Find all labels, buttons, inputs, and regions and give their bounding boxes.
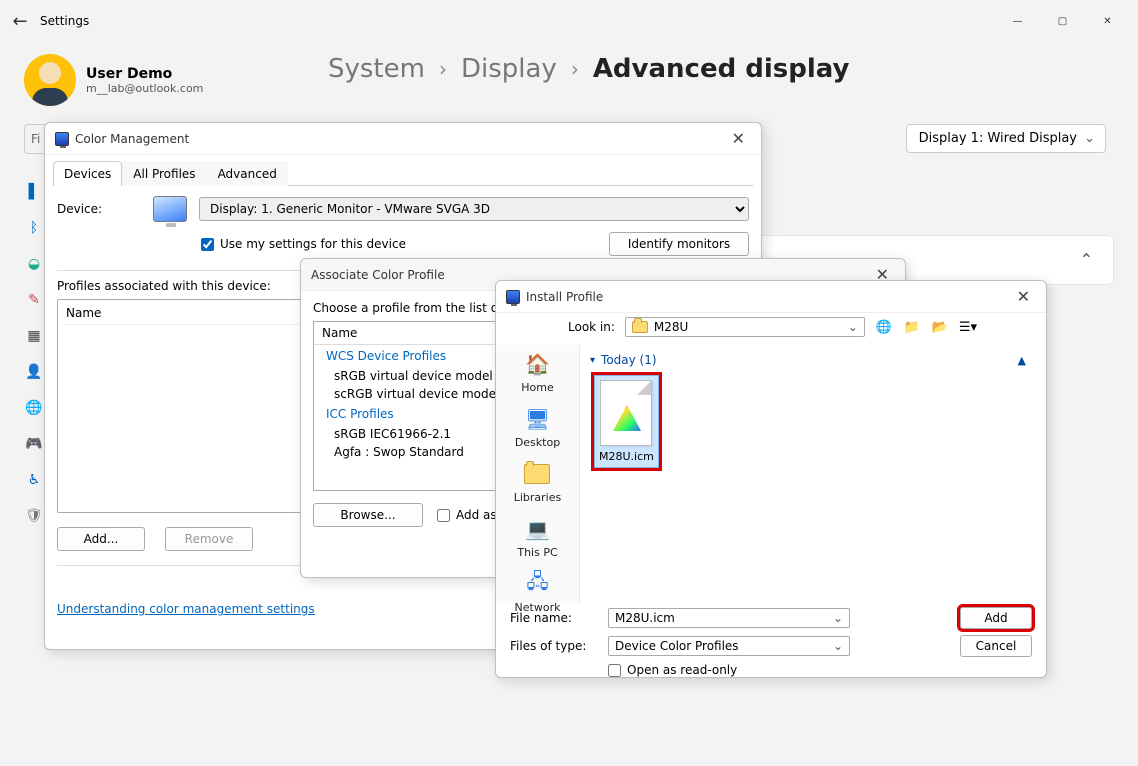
use-my-settings-input[interactable] <box>201 238 214 251</box>
privacy-icon[interactable]: 🛡 <box>24 506 44 526</box>
chevron-right-icon: › <box>439 57 447 81</box>
breadcrumb: System › Display › Advanced display <box>328 54 1114 84</box>
chevron-up-icon: ⌃ <box>1080 250 1093 269</box>
chevron-down-icon: ⌄ <box>848 320 858 334</box>
tab-all-profiles[interactable]: All Profiles <box>122 161 206 186</box>
apps-icon[interactable]: ▦ <box>24 326 44 346</box>
sidebar-network[interactable]: 🖧 Network <box>515 571 561 614</box>
sidebar-desktop[interactable]: 🖥 Desktop <box>515 406 560 449</box>
monitor-icon <box>55 132 69 146</box>
home-icon: 🏠 <box>522 351 552 377</box>
avatar <box>24 54 76 106</box>
add-button[interactable]: Add <box>960 607 1032 629</box>
network-icon[interactable]: ◒ <box>24 254 44 274</box>
system-icon[interactable]: ▌ <box>24 182 44 202</box>
monitor-icon <box>153 196 187 222</box>
device-label: Device: <box>57 202 141 216</box>
file-group-header[interactable]: ▾ Today (1) ▲ <box>590 351 1036 369</box>
user-block[interactable]: User Demo m__lab@outlook.com <box>24 54 304 106</box>
tab-advanced[interactable]: Advanced <box>207 161 288 186</box>
color-management-tabs: Devices All Profiles Advanced <box>53 161 753 186</box>
user-email: m__lab@outlook.com <box>86 82 203 95</box>
color-management-title: Color Management <box>75 132 189 146</box>
desktop-icon: 🖥 <box>523 406 553 432</box>
bluetooth-icon[interactable]: ᛒ <box>24 218 44 238</box>
identify-monitors-button[interactable]: Identify monitors <box>609 232 749 256</box>
install-titlebar[interactable]: Install Profile ✕ <box>496 281 1046 313</box>
file-item-m28u[interactable]: M28U.icm <box>594 375 659 468</box>
view-menu-icon[interactable]: ☰▾ <box>959 318 977 336</box>
close-button[interactable]: ✕ <box>1085 6 1130 36</box>
user-name: User Demo <box>86 66 203 82</box>
maximize-button[interactable]: ▢ <box>1040 6 1085 36</box>
close-icon[interactable]: ✕ <box>726 129 751 148</box>
window-controls: — ▢ ✕ <box>995 6 1130 36</box>
add-button[interactable]: Add... <box>57 527 145 551</box>
monitor-icon <box>506 290 520 304</box>
open-readonly-input[interactable] <box>608 664 621 677</box>
window-title: Settings <box>40 14 89 28</box>
color-management-titlebar[interactable]: Color Management ✕ <box>45 123 761 155</box>
file-list[interactable]: ▾ Today (1) ▲ M28U.icm <box>580 345 1046 603</box>
file-name-label: M28U.icm <box>599 450 654 463</box>
back-button[interactable]: ← <box>8 9 32 33</box>
add-as-input[interactable] <box>437 509 450 522</box>
chevron-down-icon: ⌄ <box>833 639 843 653</box>
personalization-icon[interactable]: ✎ <box>24 290 44 310</box>
crumb-advanced-display: Advanced display <box>593 54 850 84</box>
device-select[interactable]: Display: 1. Generic Monitor - VMware SVG… <box>199 197 749 221</box>
new-folder-icon[interactable]: 📂 <box>931 318 949 336</box>
libraries-icon <box>522 461 552 487</box>
crumb-display[interactable]: Display <box>461 54 557 84</box>
look-in-select[interactable]: M28U ⌄ <box>625 317 865 337</box>
window-titlebar: ← Settings — ▢ ✕ <box>0 0 1138 42</box>
open-readonly-checkbox[interactable]: Open as read-only <box>608 663 1032 677</box>
icc-profile-icon <box>600 380 652 446</box>
minimize-button[interactable]: — <box>995 6 1040 36</box>
accessibility-icon[interactable]: ♿ <box>24 470 44 490</box>
chevron-down-icon: ⌄ <box>833 611 843 625</box>
thispc-icon: 💻 <box>522 516 552 542</box>
look-in-value: M28U <box>654 320 688 334</box>
install-profile-window: Install Profile ✕ Look in: M28U ⌄ 🌐 📁 📂 … <box>495 280 1047 678</box>
file-name-label: File name: <box>510 611 598 625</box>
display-selector[interactable]: Display 1: Wired Display <box>906 124 1106 153</box>
time-language-icon[interactable]: 🌐 <box>24 398 44 418</box>
sidebar-thispc[interactable]: 💻 This PC <box>517 516 557 559</box>
install-toolbar: Look in: M28U ⌄ 🌐 📁 📂 ☰▾ <box>496 313 1046 345</box>
up-folder-icon[interactable]: 📁 <box>903 318 921 336</box>
look-in-label: Look in: <box>568 320 615 334</box>
network-icon: 🖧 <box>523 571 553 597</box>
close-icon[interactable]: ✕ <box>1011 287 1036 306</box>
gaming-icon[interactable]: 🎮 <box>24 434 44 454</box>
add-as-checkbox[interactable]: Add as <box>437 508 497 522</box>
display-selector-label: Display 1: Wired Display <box>919 131 1077 146</box>
understanding-link[interactable]: Understanding color management settings <box>57 602 315 616</box>
install-sidebar: 🏠 Home 🖥 Desktop Libraries 💻 This PC 🖧 N… <box>496 345 580 603</box>
file-name-input[interactable]: M28U.icm ⌄ <box>608 608 850 628</box>
file-type-select[interactable]: Device Color Profiles ⌄ <box>608 636 850 656</box>
chevron-right-icon: › <box>571 57 579 81</box>
sidebar-home[interactable]: 🏠 Home <box>521 351 553 394</box>
use-my-settings-checkbox[interactable]: Use my settings for this device <box>201 237 406 251</box>
crumb-system[interactable]: System <box>328 54 425 84</box>
sidebar-libraries[interactable]: Libraries <box>514 461 562 504</box>
back-nav-icon[interactable]: 🌐 <box>875 318 893 336</box>
collapse-group-icon[interactable]: ▲ <box>1018 354 1026 367</box>
associate-title: Associate Color Profile <box>311 268 445 282</box>
folder-icon <box>632 321 648 333</box>
install-title: Install Profile <box>526 290 603 304</box>
accounts-icon[interactable]: 👤 <box>24 362 44 382</box>
remove-button[interactable]: Remove <box>165 527 253 551</box>
browse-button[interactable]: Browse... <box>313 503 423 527</box>
file-type-label: Files of type: <box>510 639 598 653</box>
tab-devices[interactable]: Devices <box>53 161 122 186</box>
cancel-button[interactable]: Cancel <box>960 635 1032 657</box>
